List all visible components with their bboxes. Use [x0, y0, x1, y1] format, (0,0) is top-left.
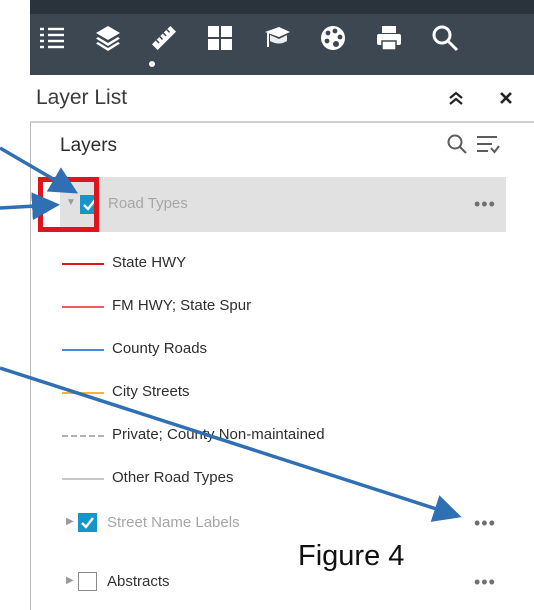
legend-label: State HWY — [112, 254, 187, 271]
close-icon[interactable] — [491, 83, 521, 113]
layer-row-abstracts[interactable]: ▶ Abstracts ••• — [60, 567, 506, 597]
legend-swatch — [62, 263, 104, 265]
legend-item: State HWY — [60, 252, 460, 276]
layer-row-street-name-labels[interactable]: ▶ Street Name Labels ••• — [60, 508, 506, 538]
panel-title: Layer List — [36, 86, 128, 109]
caret-right-icon[interactable]: ▶ — [66, 575, 74, 586]
filter-list-icon[interactable] — [475, 133, 501, 157]
ruler-icon[interactable] — [146, 20, 182, 56]
legend-item: County Roads — [60, 338, 460, 362]
layers-icon[interactable] — [90, 20, 126, 56]
double-chevron-up-icon[interactable] — [441, 83, 471, 113]
active-tab-indicator — [149, 61, 155, 67]
legend-swatch — [62, 306, 104, 308]
grid-icon[interactable] — [202, 20, 238, 56]
layer-label: Street Name Labels — [107, 514, 240, 531]
toolbar-top-strip — [30, 0, 534, 14]
panel-header: Layer List — [30, 75, 534, 123]
more-options-icon[interactable]: ••• — [474, 572, 496, 593]
search-icon[interactable] — [427, 20, 463, 56]
legend-label: County Roads — [112, 340, 208, 357]
legend-item: City Streets — [60, 381, 460, 405]
layer-checkbox-abstracts[interactable] — [78, 572, 97, 591]
layers-section-title: Layers — [60, 135, 118, 156]
checkmark-icon — [81, 517, 94, 529]
caret-right-icon[interactable]: ▶ — [66, 516, 74, 527]
legend-swatch — [62, 435, 104, 437]
red-highlight-box — [38, 177, 99, 232]
layer-row-road-types[interactable]: ▼ Road Types ••• — [60, 177, 506, 232]
list-icon[interactable] — [34, 20, 70, 56]
print-icon[interactable] — [371, 20, 407, 56]
more-options-icon[interactable]: ••• — [474, 513, 496, 534]
layer-label: Abstracts — [107, 573, 170, 590]
legend-item: Other Road Types — [60, 467, 460, 491]
legend-label: Private; County Non-maintained — [112, 426, 325, 443]
more-options-icon[interactable]: ••• — [474, 194, 496, 215]
layer-label: Road Types — [108, 195, 188, 212]
search-icon[interactable] — [446, 133, 468, 155]
widget-toolbar — [30, 0, 534, 75]
legend-item: Private; County Non-maintained — [60, 424, 460, 448]
legend-swatch — [62, 392, 104, 394]
legend-item: FM HWY; State Spur — [60, 295, 460, 319]
layers-section-header: Layers — [60, 131, 520, 161]
layer-checkbox-street-name-labels[interactable] — [78, 513, 97, 532]
legend-label: FM HWY; State Spur — [112, 297, 252, 314]
palette-icon[interactable] — [315, 20, 351, 56]
legend-swatch — [62, 349, 104, 351]
legend-swatch — [62, 478, 104, 480]
graduation-cap-icon[interactable] — [259, 20, 295, 56]
legend-label: City Streets — [112, 383, 190, 400]
figure-label: Figure 4 — [298, 540, 405, 572]
legend-label: Other Road Types — [112, 469, 234, 486]
